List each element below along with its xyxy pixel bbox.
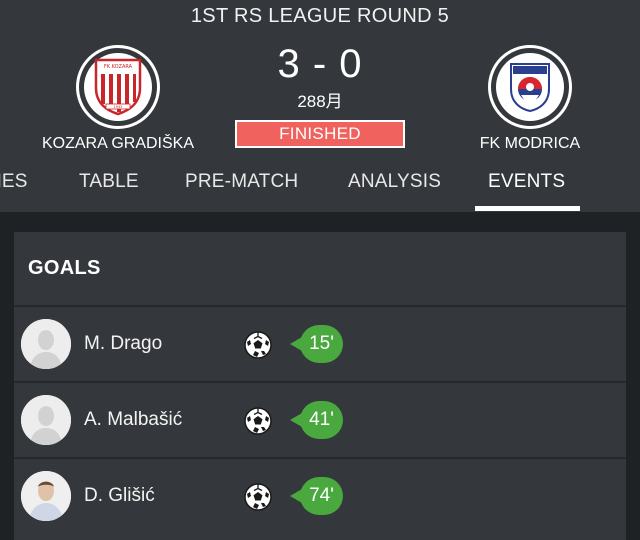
tab-events[interactable]: EVENTS [488,171,565,197]
match-date: 288月 [297,92,343,111]
goal-minute-badge: 15' [290,325,346,363]
goal-row[interactable]: A. Malbašić 41' [14,383,626,457]
match-score: 3 - 0 [277,42,363,86]
match-header: 1ST RS LEAGUE ROUND 5 FK KOZARA 1945 KOZ… [0,0,640,212]
tab-analysis[interactable]: ANALYSIS [348,171,441,197]
goal-minute-badge: 41' [290,401,346,439]
round-title: 1ST RS LEAGUE ROUND 5 [190,5,450,27]
player-avatar-icon [21,395,71,445]
player-name: A. Malbašić [84,409,183,430]
goal-minute: 41' [309,409,334,430]
soccer-ball-icon [244,483,272,511]
player-name: D. Glišić [84,485,155,506]
fk-modrica-logo-icon [496,53,564,121]
tab-matches[interactable]: HES [0,171,28,197]
goal-minute: 74' [309,485,334,506]
tab-table[interactable]: TABLE [79,171,139,197]
soccer-ball-icon [244,407,272,435]
goal-minute-badge: 74' [290,477,346,515]
kozara-gradiska-logo-icon: FK KOZARA 1945 [84,53,152,121]
match-status-badge: FINISHED [235,120,405,148]
svg-text:1945: 1945 [114,105,123,109]
active-tab-indicator [475,206,580,211]
goal-minute: 15' [309,333,334,354]
home-team-name[interactable]: KOZARA GRADIŠKA [38,135,198,153]
goal-row[interactable]: M. Drago 15' [14,307,626,381]
soccer-ball-icon [244,331,272,359]
away-team-logo[interactable] [488,45,572,129]
player-name: M. Drago [84,333,163,354]
player-avatar-icon [21,319,71,369]
svg-text:FK KOZARA: FK KOZARA [104,64,133,70]
goals-card: GOALS M. Drago 15' A. Malbašić 41' D. Gl… [14,232,626,540]
goals-section-title: GOALS [28,257,101,279]
player-avatar-icon [21,471,71,521]
tab-pre-match[interactable]: PRE-MATCH [185,171,298,197]
away-team-name[interactable]: FK MODRICA [450,135,610,153]
goal-row[interactable]: D. Glišić 74' [14,459,626,533]
home-team-logo[interactable]: FK KOZARA 1945 [76,45,160,129]
